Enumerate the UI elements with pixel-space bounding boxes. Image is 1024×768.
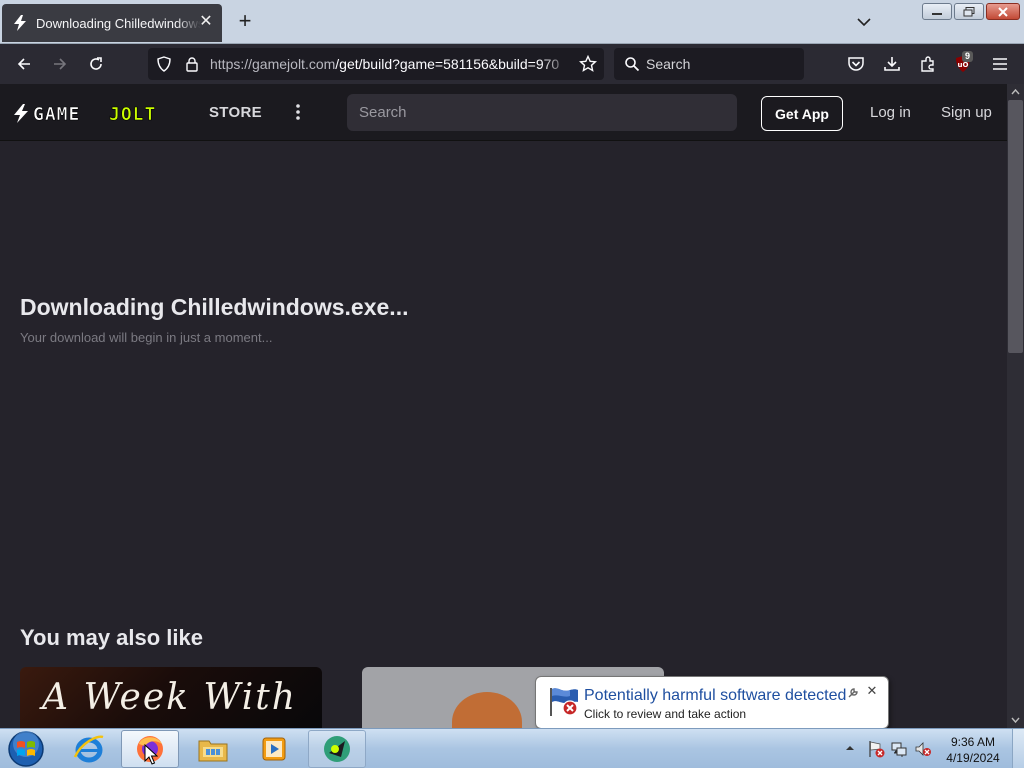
- address-bar[interactable]: https://gamejolt.com/get/build?game=5811…: [148, 48, 604, 80]
- game-card-art-shape: [452, 692, 522, 728]
- site-header: GAME JOLT STORE Get App Log in Sign up: [0, 84, 1007, 141]
- internet-explorer-icon[interactable]: [60, 730, 118, 768]
- notification-close-icon[interactable]: ✕: [866, 684, 878, 698]
- download-subtitle: Your download will begin in just a momen…: [20, 330, 273, 345]
- browser-search-bar[interactable]: Search: [614, 48, 804, 80]
- game-card-art-text: A Week With: [42, 677, 297, 718]
- tracking-protection-shield-icon[interactable]: [154, 54, 174, 74]
- svg-text:uO: uO: [958, 61, 969, 69]
- svg-text:GAME: GAME: [33, 104, 80, 123]
- get-app-button[interactable]: Get App: [761, 96, 843, 131]
- game-jolt-logo[interactable]: GAME JOLT: [14, 104, 180, 128]
- clock-date: 4/19/2024: [946, 751, 1000, 765]
- harmful-software-notification[interactable]: Potentially harmful software detected Cl…: [535, 676, 889, 729]
- recommendations-heading: You may also like: [20, 625, 204, 650]
- window-close-icon[interactable]: [986, 3, 1020, 20]
- reload-icon[interactable]: [86, 54, 106, 74]
- store-link[interactable]: STORE: [209, 104, 262, 121]
- back-icon[interactable]: [14, 54, 34, 74]
- show-desktop-button[interactable]: [1012, 729, 1024, 768]
- tab-title: Downloading Chilledwindows.exe...: [36, 15, 201, 31]
- notification-title: Potentially harmful software detected: [584, 687, 847, 704]
- media-player-icon[interactable]: [245, 730, 303, 768]
- notification-subtitle: Click to review and take action: [584, 707, 747, 721]
- log-in-link[interactable]: Log in: [870, 104, 911, 121]
- scrollbar-thumb[interactable]: [1008, 100, 1023, 353]
- downloads-icon[interactable]: [882, 54, 902, 74]
- url-scheme-host: https://gamejolt.com: [210, 56, 336, 72]
- window-controls: [922, 3, 1020, 20]
- clock-time: 9:36 AM: [950, 735, 996, 749]
- restore-icon[interactable]: [954, 3, 984, 20]
- start-orb-icon[interactable]: [6, 730, 46, 768]
- pocket-icon[interactable]: [846, 54, 866, 74]
- notification-options-wrench-icon[interactable]: [847, 686, 859, 698]
- more-options-icon[interactable]: [292, 102, 304, 122]
- svg-text:JOLT: JOLT: [109, 104, 156, 123]
- url-text[interactable]: https://gamejolt.com/get/build?game=5811…: [210, 56, 570, 72]
- windows-defender-flag-icon: [548, 686, 582, 718]
- forward-icon[interactable]: [50, 54, 70, 74]
- game-jolt-wordmark-icon: GAME JOLT: [14, 104, 156, 125]
- site-search-input[interactable]: [347, 94, 737, 131]
- bookmark-star-icon[interactable]: [578, 54, 598, 74]
- extension-badge: 9: [962, 51, 974, 62]
- minimize-icon[interactable]: [922, 3, 952, 20]
- menu-hamburger-icon[interactable]: [990, 54, 1010, 74]
- browser-toolbar: https://gamejolt.com/get/build?game=5811…: [0, 44, 1024, 84]
- sign-up-link[interactable]: Sign up: [941, 104, 992, 121]
- list-all-tabs-icon[interactable]: [856, 14, 872, 30]
- game-card-thumbnail[interactable]: A Week With: [20, 667, 322, 728]
- extensions-icon[interactable]: [918, 54, 938, 74]
- url-path: /get/build?game=581156&build=970: [335, 56, 560, 72]
- tab-close-icon[interactable]: ✕: [198, 14, 214, 30]
- game-jolt-client-icon[interactable]: [308, 730, 366, 768]
- browser-search-placeholder: Search: [646, 56, 691, 72]
- mouse-pointer-icon: [144, 744, 158, 765]
- show-hidden-icons-icon[interactable]: [845, 743, 855, 753]
- scroll-down-icon[interactable]: [1011, 715, 1020, 724]
- file-explorer-icon[interactable]: [184, 730, 242, 768]
- network-icon[interactable]: [890, 740, 908, 758]
- page-scrollbar[interactable]: [1007, 84, 1024, 728]
- download-title: Downloading Chilledwindows.exe...: [20, 294, 409, 320]
- action-center-alert-icon[interactable]: [867, 740, 885, 758]
- new-tab-icon[interactable]: +: [236, 10, 254, 32]
- browser-tab[interactable]: Downloading Chilledwindows.exe... ✕: [2, 4, 222, 42]
- volume-muted-icon[interactable]: [914, 740, 932, 758]
- search-icon: [622, 54, 642, 74]
- taskbar-clock[interactable]: 9:36 AM 4/19/2024: [940, 734, 1006, 766]
- browser-tab-strip: Downloading Chilledwindows.exe... ✕ +: [0, 0, 1024, 44]
- scroll-up-icon[interactable]: [1011, 88, 1020, 97]
- gamejolt-favicon-icon: [12, 15, 28, 31]
- lock-icon[interactable]: [182, 54, 202, 74]
